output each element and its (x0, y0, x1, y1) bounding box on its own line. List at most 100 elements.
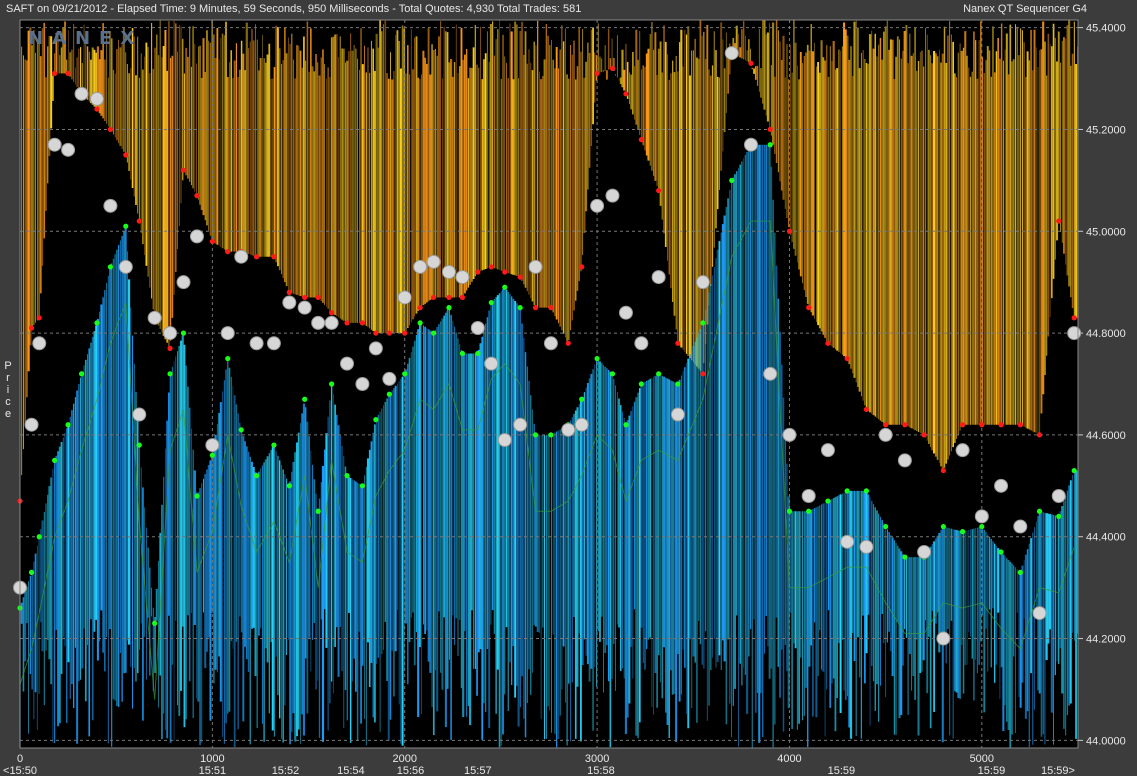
ask-dot (488, 264, 494, 270)
y-tick-label: 44.6000 (1086, 430, 1126, 442)
bid-dot (902, 554, 908, 560)
x-tick-label: 1000 (200, 753, 224, 765)
ask-dot (94, 106, 100, 112)
ask-dot (767, 126, 773, 133)
time-label: 15:59 (828, 765, 856, 776)
bid-dot (623, 422, 629, 428)
trade-dot (1051, 489, 1066, 503)
trade-dot (397, 290, 412, 305)
trade-dot (840, 534, 855, 549)
time-label: 15:51 (199, 765, 227, 776)
ask-dot (902, 422, 908, 428)
bid-dot (417, 320, 423, 326)
ask-dot (579, 264, 585, 270)
bid-dot (152, 620, 158, 626)
trade-dot (455, 270, 470, 285)
ask-dot (863, 406, 870, 413)
trade-dot (470, 321, 485, 335)
time-label: 15:56 (397, 765, 425, 776)
trade-dot (103, 198, 118, 213)
bid-dot (940, 523, 946, 530)
bid-dot (180, 330, 187, 336)
ask-dot (36, 315, 42, 321)
ask-dot (329, 310, 335, 316)
ask-dot (302, 294, 308, 301)
trade-dot (801, 489, 816, 503)
bid-dot (315, 508, 321, 514)
y-tick-label: 45.2000 (1086, 124, 1126, 136)
bid-dot (78, 371, 85, 377)
bid-dot (52, 457, 58, 463)
bid-dot (548, 432, 554, 438)
bid-dot (844, 488, 850, 494)
trade-dot (163, 326, 178, 341)
bid-dot (638, 381, 644, 387)
x-tick-label: 0 (17, 753, 23, 765)
ask-dot (65, 70, 71, 77)
trade-dot (282, 295, 297, 310)
trade-dot (1013, 519, 1028, 534)
ask-dot (921, 432, 927, 438)
ask-dot (123, 152, 129, 158)
bid-dot (167, 371, 173, 377)
trade-dot (234, 249, 249, 264)
bid-dot (609, 371, 616, 377)
trade-dot (695, 275, 710, 290)
time-label: 15:52 (272, 765, 300, 776)
trade-dot (205, 438, 220, 453)
x-tick-label: 2000 (392, 753, 416, 765)
bid-dot (28, 569, 35, 575)
ask-dot (402, 330, 408, 336)
x-tick-label: 4000 (777, 753, 801, 765)
y-tick-label: 44.8000 (1086, 328, 1126, 340)
ask-dot (209, 238, 215, 245)
time-label: 15:57 (464, 765, 492, 776)
ask-dot (225, 249, 231, 255)
trade-dot (897, 453, 912, 468)
trade-dot (484, 356, 499, 371)
bid-dot (36, 534, 42, 540)
trade-dot (543, 336, 558, 351)
bid-dot (123, 223, 129, 229)
trade-dot (859, 539, 874, 554)
trade-dot (266, 336, 281, 351)
trade-dot (368, 341, 383, 356)
trade-dot (590, 198, 605, 213)
bid-dot (488, 299, 494, 306)
ask-dot (430, 294, 437, 301)
bid-dot (767, 142, 773, 148)
trade-dot (297, 300, 312, 315)
bid-dot (329, 381, 335, 387)
ask-dot (286, 289, 292, 295)
trade-dot (32, 336, 47, 351)
bid-dot (302, 396, 308, 402)
ask-dot (700, 371, 706, 377)
trade-dot (994, 478, 1009, 493)
ask-dot (386, 330, 392, 336)
y-tick-label: 45.4000 (1086, 23, 1126, 35)
trade-dot (47, 137, 62, 152)
bid-dot (517, 305, 523, 311)
bid-dot (729, 177, 735, 183)
ask-dot (446, 294, 452, 301)
ask-dot (180, 167, 187, 173)
ask-dot (167, 345, 173, 351)
trade-dot (220, 326, 235, 341)
bid-dot (459, 350, 466, 357)
bid-dot (194, 493, 200, 499)
ask-dot (271, 254, 277, 260)
bid-dot (402, 371, 408, 377)
price-chart: 45.4000 45.2000 45.0000 44.8000 44.6000 44.40… (3, 19, 1126, 776)
ask-dot (594, 70, 600, 77)
bid-dot (700, 320, 706, 326)
trade-dot (324, 315, 339, 330)
ask-dot (107, 126, 114, 133)
ask-dot (359, 320, 366, 326)
nanex-watermark: NANEX (28, 28, 143, 49)
bid-dot (1017, 569, 1023, 575)
trade-dot (441, 265, 456, 279)
bid-dot (386, 391, 392, 397)
ask-dot (373, 330, 379, 336)
trade-dot (1032, 606, 1047, 621)
trade-dot (132, 407, 147, 422)
